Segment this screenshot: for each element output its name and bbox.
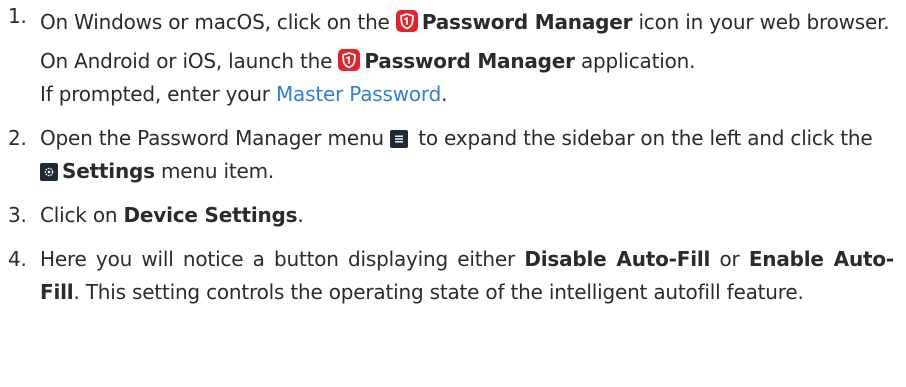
password-manager-shield-icon bbox=[395, 10, 418, 32]
step-number: 4. bbox=[8, 247, 27, 271]
step-4: 4. Here you will notice a button display… bbox=[0, 243, 906, 309]
hamburger-menu-icon bbox=[390, 130, 409, 148]
step-1: 1. On Windows or macOS, click on the Pas… bbox=[0, 0, 906, 111]
instruction-steps: 1. On Windows or macOS, click on the Pas… bbox=[0, 0, 906, 309]
step-number: 1. bbox=[8, 4, 27, 28]
password-manager-shield-icon bbox=[338, 49, 361, 71]
master-password-link[interactable]: Master Password bbox=[276, 82, 441, 106]
gear-icon bbox=[40, 163, 58, 181]
step-4-text: Here you will notice a button displaying… bbox=[40, 247, 895, 304]
step-3-text: Click on Device Settings. bbox=[40, 203, 304, 227]
step-1-mobile-text: On Android or iOS, launch the Password M… bbox=[40, 49, 696, 73]
step-number: 2. bbox=[8, 126, 27, 150]
step-1-prompt-text: If prompted, enter your Master Password. bbox=[40, 82, 448, 106]
step-1-desktop-text: On Windows or macOS, click on the Passwo… bbox=[40, 10, 890, 34]
step-2: 2. Open the Password Manager menu to exp… bbox=[0, 122, 906, 188]
step-2-text: Open the Password Manager menu to expand… bbox=[40, 126, 873, 183]
step-number: 3. bbox=[8, 203, 27, 227]
step-3: 3. Click on Device Settings. bbox=[0, 199, 906, 232]
